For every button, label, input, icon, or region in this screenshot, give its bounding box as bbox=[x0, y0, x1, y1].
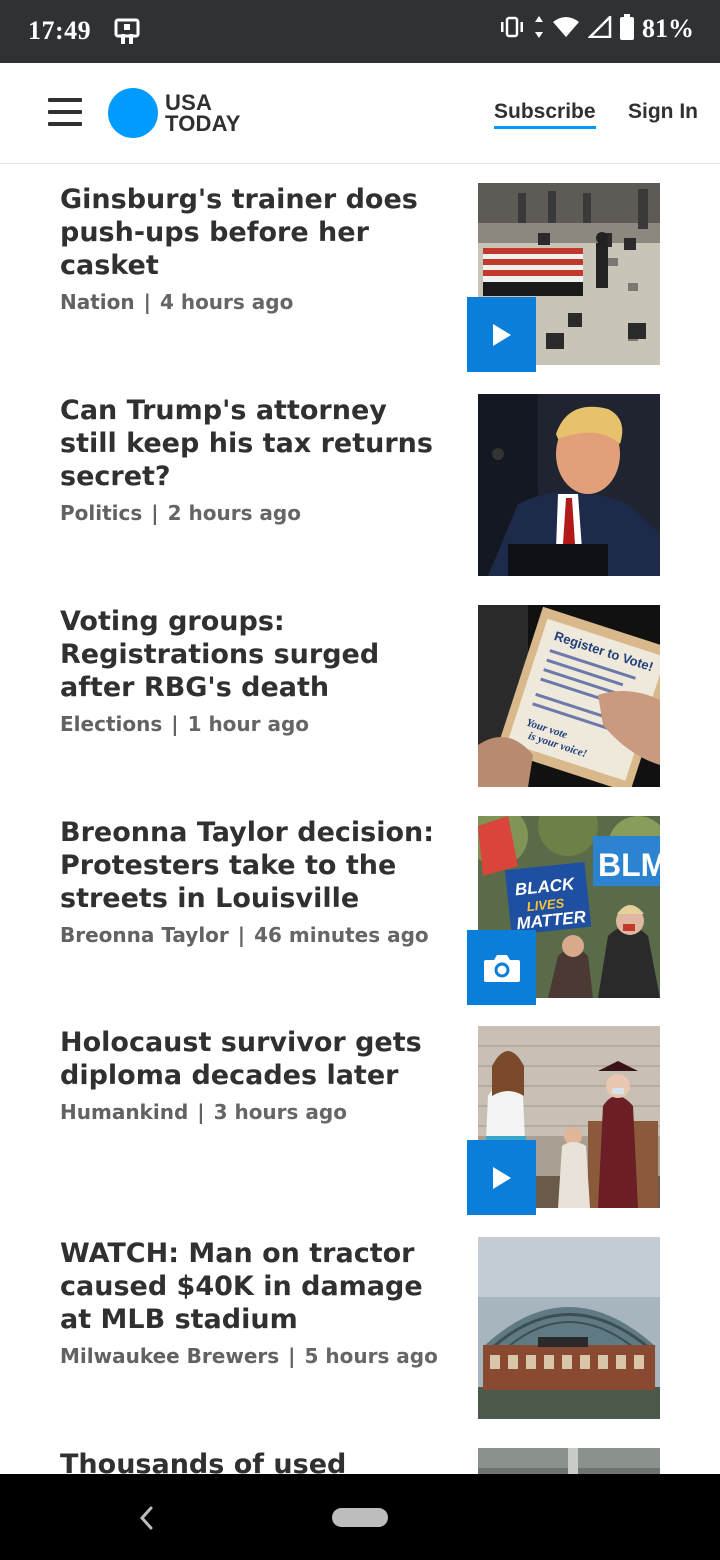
article-card[interactable]: Breonna Taylor decision: Protesters take… bbox=[0, 797, 720, 1005]
vibrate-icon bbox=[498, 16, 526, 42]
article-card[interactable]: Ginsburg's trainer does push-ups before … bbox=[0, 164, 720, 372]
article-card[interactable]: WATCH: Man on tractor caused $40K in dam… bbox=[0, 1218, 720, 1419]
status-time: 17:49 bbox=[28, 16, 92, 45]
article-card[interactable]: Thousands of used bbox=[0, 1429, 720, 1474]
article-headline[interactable]: WATCH: Man on tractor caused $40K in dam… bbox=[60, 1237, 445, 1373]
article-meta: Breonna Taylor | 46 minutes ago bbox=[60, 923, 429, 947]
article-time: 4 hours ago bbox=[159, 290, 294, 314]
app-header: USA TODAY Subscribe Sign In bbox=[0, 63, 720, 164]
news-feed: Ginsburg's trainer does push-ups before … bbox=[0, 164, 720, 1474]
logo-wordmark: USA TODAY bbox=[165, 90, 241, 136]
sign-in-link[interactable]: Sign In bbox=[628, 100, 698, 124]
article-time: 2 hours ago bbox=[167, 501, 301, 525]
battery-percent: 81% bbox=[642, 14, 694, 43]
subscribe-link[interactable]: Subscribe bbox=[494, 100, 596, 129]
article-meta: Politics | 2 hours ago bbox=[60, 501, 301, 525]
article-section: Elections bbox=[60, 712, 163, 736]
article-time: 3 hours ago bbox=[213, 1100, 347, 1124]
article-time: 46 minutes ago bbox=[254, 923, 429, 947]
article-section: Milwaukee Brewers bbox=[60, 1344, 280, 1368]
article-meta: Humankind | 3 hours ago bbox=[60, 1100, 347, 1124]
article-section: Humankind bbox=[60, 1100, 189, 1124]
article-section: Nation bbox=[60, 290, 135, 314]
article-meta: Elections | 1 hour ago bbox=[60, 712, 310, 736]
article-card[interactable]: Voting groups: Registrations surged afte… bbox=[0, 586, 720, 787]
article-section: Politics bbox=[60, 501, 143, 525]
signal-icon bbox=[586, 13, 612, 42]
wifi-icon bbox=[552, 16, 580, 42]
battery-icon bbox=[620, 14, 634, 44]
back-chevron-icon[interactable] bbox=[134, 1501, 158, 1539]
article-card[interactable]: Can Trump's attorney still keep his tax … bbox=[0, 375, 720, 576]
article-thumbnail[interactable] bbox=[478, 1237, 660, 1419]
article-meta: Nation | 4 hours ago bbox=[60, 290, 294, 314]
thumb-text: BLM bbox=[598, 847, 660, 883]
hamburger-menu-icon[interactable] bbox=[48, 98, 82, 126]
article-thumbnail[interactable] bbox=[478, 394, 660, 576]
home-pill-icon[interactable] bbox=[332, 1508, 388, 1527]
article-headline[interactable]: Can Trump's attorney still keep his tax … bbox=[60, 394, 445, 530]
sim-card-icon bbox=[113, 18, 143, 50]
article-time: 1 hour ago bbox=[187, 712, 310, 736]
article-headline[interactable]: Voting groups: Registrations surged afte… bbox=[60, 605, 445, 741]
logo-dot bbox=[108, 88, 158, 138]
article-time: 5 hours ago bbox=[304, 1344, 438, 1368]
article-card[interactable]: Holocaust survivor gets diploma decades … bbox=[0, 1007, 720, 1215]
article-headline[interactable]: Thousands of used bbox=[60, 1448, 445, 1474]
usa-today-logo[interactable]: USA TODAY bbox=[108, 88, 241, 138]
article-headline[interactable]: Holocaust survivor gets diploma decades … bbox=[60, 1026, 445, 1129]
data-arrows-icon bbox=[534, 15, 544, 43]
article-thumbnail[interactable] bbox=[478, 1448, 660, 1474]
article-headline[interactable]: Ginsburg's trainer does push-ups before … bbox=[60, 183, 445, 319]
photo-gallery-icon[interactable] bbox=[467, 930, 536, 1005]
article-thumbnail[interactable]: Register to Vote! Your vote is your voic… bbox=[478, 605, 660, 787]
article-meta: Milwaukee Brewers | 5 hours ago bbox=[60, 1344, 438, 1368]
article-section: Breonna Taylor bbox=[60, 923, 229, 947]
status-bar: 17:49 81% bbox=[0, 0, 720, 63]
status-icons: 81% bbox=[498, 13, 694, 44]
play-video-icon[interactable] bbox=[467, 1140, 536, 1215]
article-headline[interactable]: Breonna Taylor decision: Protesters take… bbox=[60, 816, 445, 952]
play-video-icon[interactable] bbox=[467, 297, 536, 372]
